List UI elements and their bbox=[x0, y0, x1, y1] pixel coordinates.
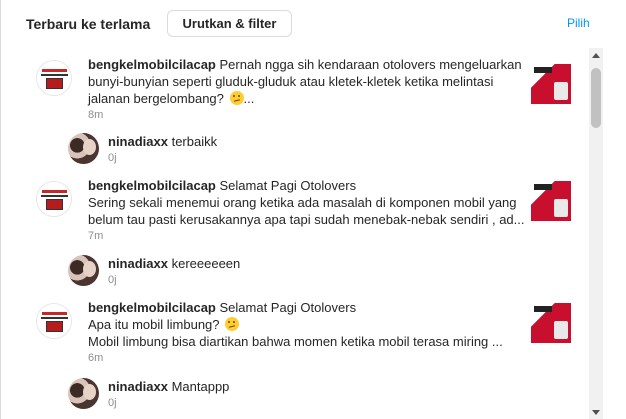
message-text: Apa itu mobil limbung? bbox=[88, 317, 220, 332]
message-content: ninadiaxx kereeeeeen 0j bbox=[108, 255, 528, 287]
message-content: bengkelmobilcilacap Pernah ngga sih kend… bbox=[88, 56, 522, 122]
scrollbar-thumb[interactable] bbox=[591, 68, 601, 128]
message-item[interactable]: ninadiaxx kereeeeeen 0j bbox=[1, 252, 601, 292]
message-text: bunyi-bunyian seperti gluduk-gluduk atau… bbox=[88, 74, 494, 89]
message-username[interactable]: bengkelmobilcilacap bbox=[88, 178, 216, 193]
message-username[interactable]: bengkelmobilcilacap bbox=[88, 57, 216, 72]
avatar[interactable] bbox=[36, 60, 72, 96]
thinking-face-icon bbox=[229, 91, 244, 105]
message-content: ninadiaxx terbaikk 0j bbox=[108, 133, 528, 165]
user-photo-icon bbox=[68, 378, 99, 409]
avatar[interactable] bbox=[36, 181, 72, 217]
message-text: Selamat Pagi Otolovers bbox=[219, 300, 357, 315]
avatar[interactable] bbox=[68, 133, 99, 164]
avatar[interactable] bbox=[36, 303, 72, 339]
post-thumbnail[interactable] bbox=[531, 303, 571, 343]
message-text: jalanan bergelombang? bbox=[88, 91, 224, 106]
post-thumbnail[interactable] bbox=[531, 181, 571, 221]
message-text: Selamat Pagi Otolovers bbox=[219, 178, 357, 193]
message-text: belum tau pasti kerusakannya apa tapi su… bbox=[88, 212, 525, 227]
message-content: ninadiaxx Mantappp 0j bbox=[108, 378, 528, 410]
thinking-face-icon bbox=[225, 317, 240, 331]
message-text: terbaikk bbox=[171, 134, 218, 149]
sort-filter-button[interactable]: Urutkan & filter bbox=[167, 10, 292, 37]
message-time: 6m bbox=[88, 352, 104, 364]
message-username[interactable]: ninadiaxx bbox=[108, 379, 168, 394]
message-text: kereeeeeen bbox=[171, 256, 241, 271]
message-time: 7m bbox=[88, 230, 104, 242]
message-time: 0j bbox=[108, 152, 117, 164]
message-text: Pernah ngga sih kendaraan otolovers meng… bbox=[219, 57, 522, 72]
message-text: Sering sekali menemui orang ketika ada m… bbox=[88, 195, 517, 210]
avatar[interactable] bbox=[68, 378, 99, 409]
post-thumbnail[interactable] bbox=[531, 64, 571, 104]
message-text: Mantappp bbox=[171, 379, 230, 394]
message-time: 8m bbox=[88, 109, 104, 121]
inbox-header: Terbaru ke terlama Urutkan & filter Pili… bbox=[1, 0, 626, 48]
message-time: 0j bbox=[108, 274, 117, 286]
ellipsis: ... bbox=[243, 91, 255, 106]
user-photo-icon bbox=[68, 255, 99, 286]
message-list: bengkelmobilcilacap Pernah ngga sih kend… bbox=[1, 48, 601, 419]
inbox-panel: Terbaru ke terlama Urutkan & filter Pili… bbox=[0, 0, 626, 419]
message-item[interactable]: bengkelmobilcilacap Selamat Pagi Otolove… bbox=[1, 177, 601, 247]
message-item[interactable]: bengkelmobilcilacap Selamat Pagi Otolove… bbox=[1, 299, 601, 369]
message-content: bengkelmobilcilacap Selamat Pagi Otolove… bbox=[88, 299, 508, 365]
scroll-down-arrow-icon[interactable] bbox=[592, 410, 600, 415]
sort-order-label: Terbaru ke terlama bbox=[26, 16, 151, 32]
message-text: Mobil limbung bisa diartikan bahwa momen… bbox=[88, 334, 503, 349]
message-username[interactable]: ninadiaxx bbox=[108, 256, 168, 271]
message-item[interactable]: ninadiaxx Mantappp 0j bbox=[1, 375, 601, 415]
shop-logo-icon bbox=[37, 182, 71, 216]
avatar[interactable] bbox=[68, 255, 99, 286]
scroll-up-arrow-icon[interactable] bbox=[592, 53, 600, 58]
user-photo-icon bbox=[68, 133, 99, 164]
shop-logo-icon bbox=[37, 61, 71, 95]
message-username[interactable]: ninadiaxx bbox=[108, 134, 168, 149]
shop-logo-icon bbox=[37, 304, 71, 338]
scrollbar[interactable] bbox=[589, 48, 603, 419]
message-item[interactable]: ninadiaxx terbaikk 0j bbox=[1, 130, 601, 170]
message-username[interactable]: bengkelmobilcilacap bbox=[88, 300, 216, 315]
message-content: bengkelmobilcilacap Selamat Pagi Otolove… bbox=[88, 177, 525, 243]
select-link[interactable]: Pilih bbox=[567, 16, 590, 30]
message-time: 0j bbox=[108, 397, 117, 409]
message-item[interactable]: bengkelmobilcilacap Pernah ngga sih kend… bbox=[1, 56, 601, 126]
